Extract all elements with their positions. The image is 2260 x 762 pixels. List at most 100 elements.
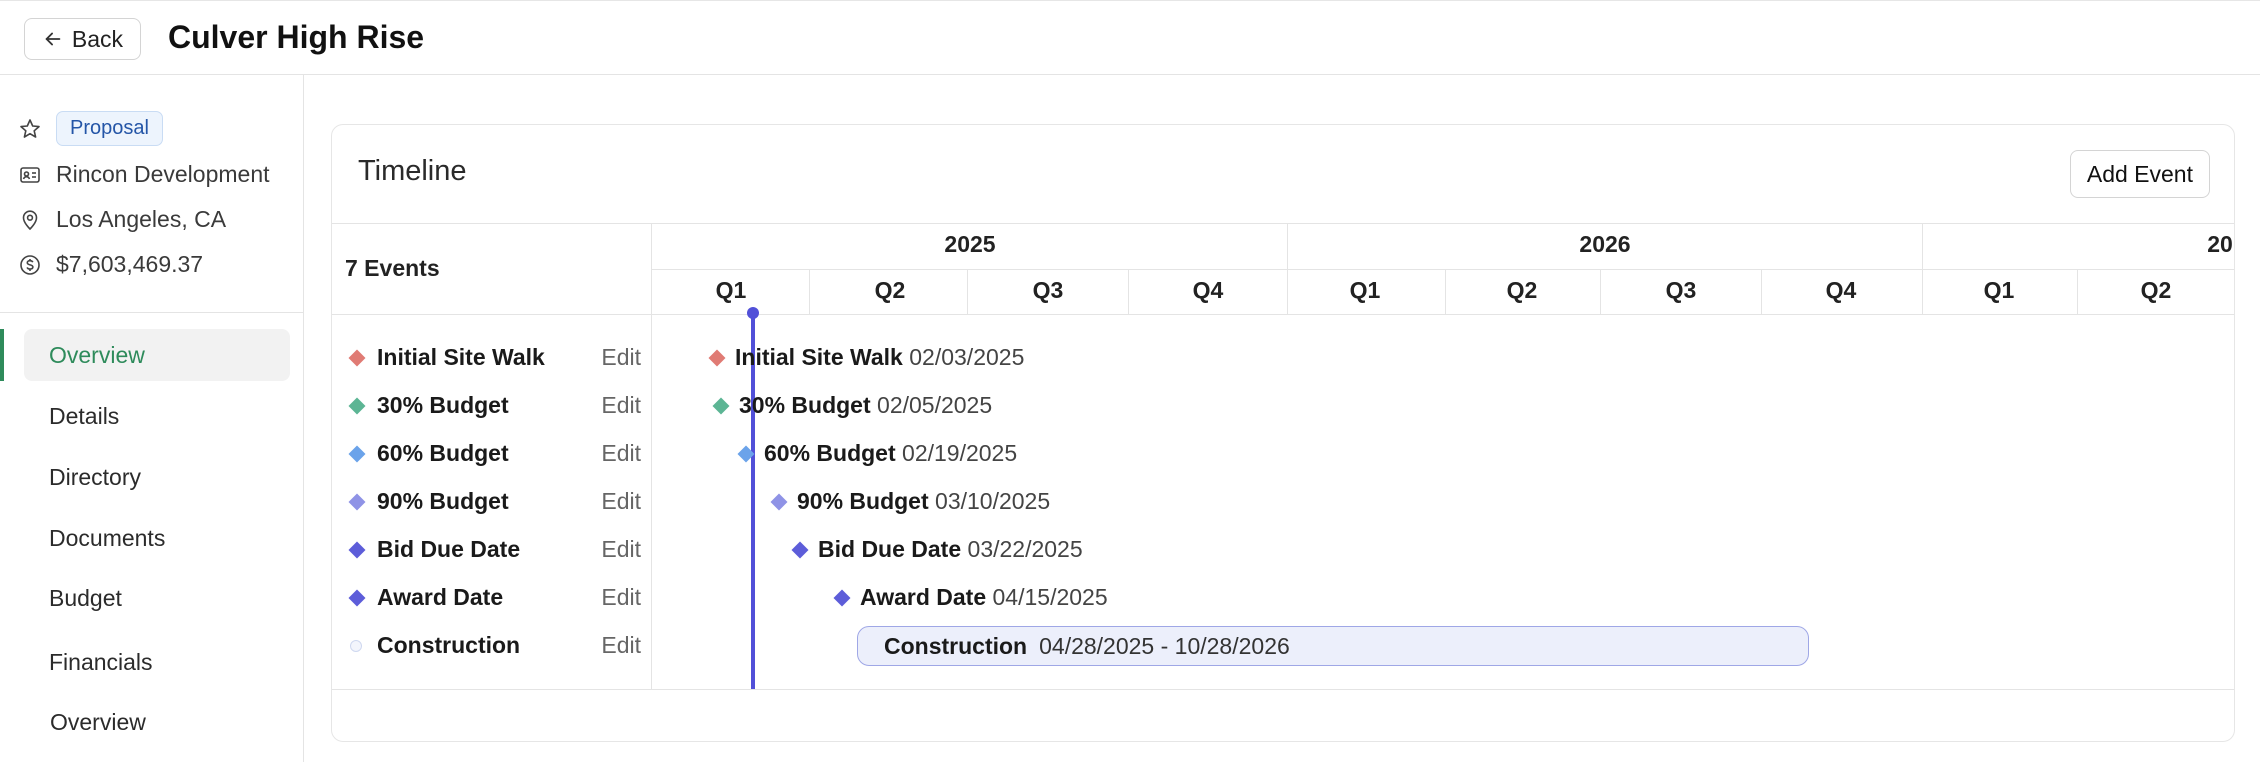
star-icon[interactable] — [18, 117, 42, 141]
quarter-label: Q3 — [1665, 277, 1697, 303]
event-name: 90% Budget — [377, 488, 509, 514]
grid-divider — [651, 223, 652, 689]
edit-event-button[interactable]: Edit — [601, 392, 641, 419]
quarter-label: Q1 — [715, 277, 747, 303]
amount-row: $7,603,469.37 — [18, 251, 203, 278]
event-name: Construction — [377, 632, 521, 658]
quarter-label: Q2 — [874, 277, 906, 303]
client-name: Rincon Development — [56, 161, 270, 187]
sidebar-item-label: Overview — [49, 341, 145, 368]
list-item: Award Date Edit — [345, 584, 641, 614]
quarter-label: Q4 — [1192, 277, 1224, 303]
list-item: 30% Budget Edit — [345, 392, 641, 422]
client-row: Rincon Development — [18, 161, 270, 188]
edit-event-button[interactable]: Edit — [601, 488, 641, 515]
diamond-marker-icon — [348, 349, 366, 367]
diamond-marker-icon — [770, 493, 788, 511]
grid-divider — [332, 314, 2234, 315]
active-indicator — [0, 329, 4, 381]
quarter-label: Q1 — [1983, 277, 2015, 303]
year-label: 2026 — [1579, 231, 1631, 257]
diamond-marker-icon — [833, 589, 851, 607]
sidebar-item-overview[interactable]: Overview — [24, 329, 290, 381]
list-item: Bid Due Date Edit — [345, 536, 641, 566]
quarter-divider — [1445, 269, 1446, 314]
edit-event-button[interactable]: Edit — [601, 536, 641, 563]
page-title: Culver High Rise — [168, 19, 425, 55]
diamond-marker-icon — [348, 589, 366, 607]
diamond-marker-icon — [708, 349, 726, 367]
quarter-divider — [1761, 269, 1762, 314]
year-label: 20 — [2207, 231, 2233, 257]
diamond-marker-icon — [348, 493, 366, 511]
amount-text: $7,603,469.37 — [56, 251, 204, 277]
sidebar-item-financials[interactable]: Financials — [24, 636, 290, 688]
timeline-card: Timeline Add Event 7 Events 2025 2026 20… — [331, 124, 2235, 742]
quarter-label: Q2 — [2140, 277, 2172, 303]
sidebar-item-label: Financials — [49, 648, 153, 675]
location-text: Los Angeles, CA — [56, 206, 227, 232]
event-name: Award Date — [377, 584, 504, 610]
sidebar-item-details[interactable]: Details — [24, 390, 290, 442]
quarter-divider — [809, 269, 810, 314]
quarter-label: Q1 — [1349, 277, 1381, 303]
sidebar-item-label: Budget — [49, 584, 122, 611]
add-event-button[interactable]: Add Event — [2069, 150, 2210, 198]
timeline-range-bar[interactable]: Construction 04/28/2025 - 10/28/2026 — [857, 626, 1809, 666]
range-dates: 04/28/2025 - 10/28/2026 — [1039, 632, 1290, 659]
timeline-title: Timeline — [358, 155, 467, 187]
events-count: 7 Events — [345, 255, 440, 281]
milestone-date: 02/05/2025 — [877, 392, 993, 418]
sidebar-subitem-financials-overview[interactable]: Overview — [50, 709, 146, 736]
event-name: 30% Budget — [377, 392, 509, 418]
diamond-marker-icon — [791, 541, 809, 559]
list-item: Construction Edit — [345, 632, 641, 662]
back-button-label: Back — [71, 25, 124, 52]
quarter-label: Q4 — [1825, 277, 1857, 303]
edit-event-button[interactable]: Edit — [601, 584, 641, 611]
sidebar-item-label: Documents — [49, 524, 166, 551]
milestone-date: 02/03/2025 — [909, 344, 1025, 370]
event-name: 60% Budget — [377, 440, 509, 466]
milestone-name: Award Date — [860, 584, 987, 610]
edit-event-button[interactable]: Edit — [601, 632, 641, 659]
range-name: Construction — [884, 632, 1028, 659]
sidebar-item-label: Details — [49, 402, 120, 429]
sidebar-item-directory[interactable]: Directory — [24, 451, 290, 503]
diamond-marker-icon — [348, 397, 366, 415]
arrow-left-icon — [45, 32, 61, 46]
milestone-name: Initial Site Walk — [735, 344, 903, 370]
list-item: 90% Budget Edit — [345, 488, 641, 518]
sidebar: Proposal Rincon Development Los Angeles,… — [0, 75, 304, 762]
event-name: Bid Due Date — [377, 536, 521, 562]
circle-marker-icon — [350, 640, 362, 652]
sidebar-divider — [0, 312, 304, 313]
quarter-divider — [1600, 269, 1601, 314]
dollar-circle-icon — [20, 254, 40, 275]
grid-divider — [332, 689, 2234, 690]
top-bar: Back Culver High Rise — [0, 0, 2260, 75]
milestone-date: 03/22/2025 — [967, 536, 1083, 562]
sidebar-item-documents[interactable]: Documents — [24, 512, 290, 564]
milestone-date: 04/15/2025 — [992, 584, 1108, 610]
diamond-marker-icon — [348, 445, 366, 463]
sidebar-item-budget[interactable]: Budget — [24, 572, 290, 624]
quarter-divider — [2077, 269, 2078, 314]
status-row: Proposal — [18, 111, 163, 146]
sidebar-item-label: Directory — [49, 463, 142, 490]
edit-event-button[interactable]: Edit — [601, 344, 641, 371]
event-name: Initial Site Walk — [377, 344, 545, 370]
diamond-marker-icon — [712, 397, 730, 415]
quarter-divider — [967, 269, 968, 314]
id-card-icon — [20, 166, 40, 183]
back-button[interactable]: Back — [24, 18, 141, 60]
quarter-label: Q2 — [1506, 277, 1538, 303]
today-marker-dot — [747, 307, 759, 319]
milestone-name: 90% Budget — [797, 488, 929, 514]
milestone-name: 60% Budget — [764, 440, 896, 466]
milestone-name: 30% Budget — [739, 392, 871, 418]
edit-event-button[interactable]: Edit — [601, 440, 641, 467]
year-label: 2025 — [944, 231, 996, 257]
quarter-divider — [1128, 269, 1129, 314]
status-badge: Proposal — [56, 111, 163, 146]
